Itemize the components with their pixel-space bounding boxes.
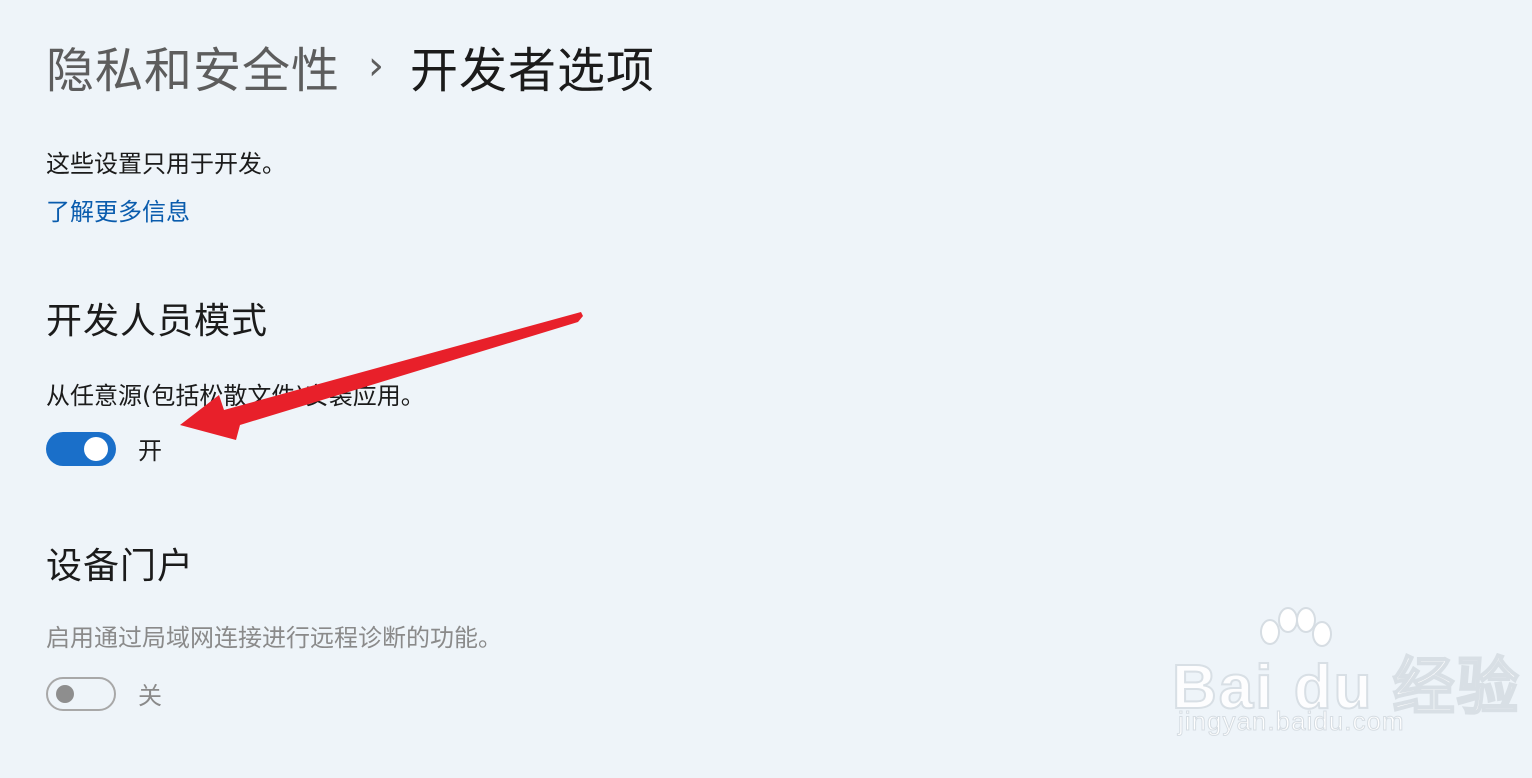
developer-mode-toggle[interactable] [46, 431, 116, 466]
toggle-knob [56, 684, 74, 703]
baidu-watermark: Bai du 经验 jingyan.baidu.com [1171, 606, 1520, 756]
chevron-right-icon: › [368, 43, 385, 89]
device-portal-description: 启用通过局域网连接进行远程诊断的功能。 [46, 624, 502, 652]
page-title: 开发者选项 [410, 43, 656, 99]
developer-mode-description: 从任意源(包括松散文件)安装应用。 [46, 382, 425, 410]
breadcrumb: 隐私和安全性 › 开发者选项 [46, 30, 655, 102]
device-portal-toggle-label: 关 [138, 682, 162, 710]
device-portal-title: 设备门户 [46, 546, 195, 587]
toggle-knob [84, 436, 108, 461]
device-portal-toggle-row: 关 [46, 676, 162, 711]
page-description: 这些设置只用于开发。 [46, 150, 286, 178]
developer-mode-toggle-label: 开 [138, 437, 162, 465]
learn-more-link[interactable]: 了解更多信息 [46, 192, 190, 227]
developer-mode-toggle-row: 开 [46, 431, 162, 466]
developer-mode-title: 开发人员模式 [46, 301, 269, 342]
breadcrumb-parent-link[interactable]: 隐私和安全性 [46, 31, 340, 101]
watermark-url: jingyan.baidu.com [1178, 706, 1405, 737]
device-portal-toggle[interactable] [46, 676, 116, 711]
